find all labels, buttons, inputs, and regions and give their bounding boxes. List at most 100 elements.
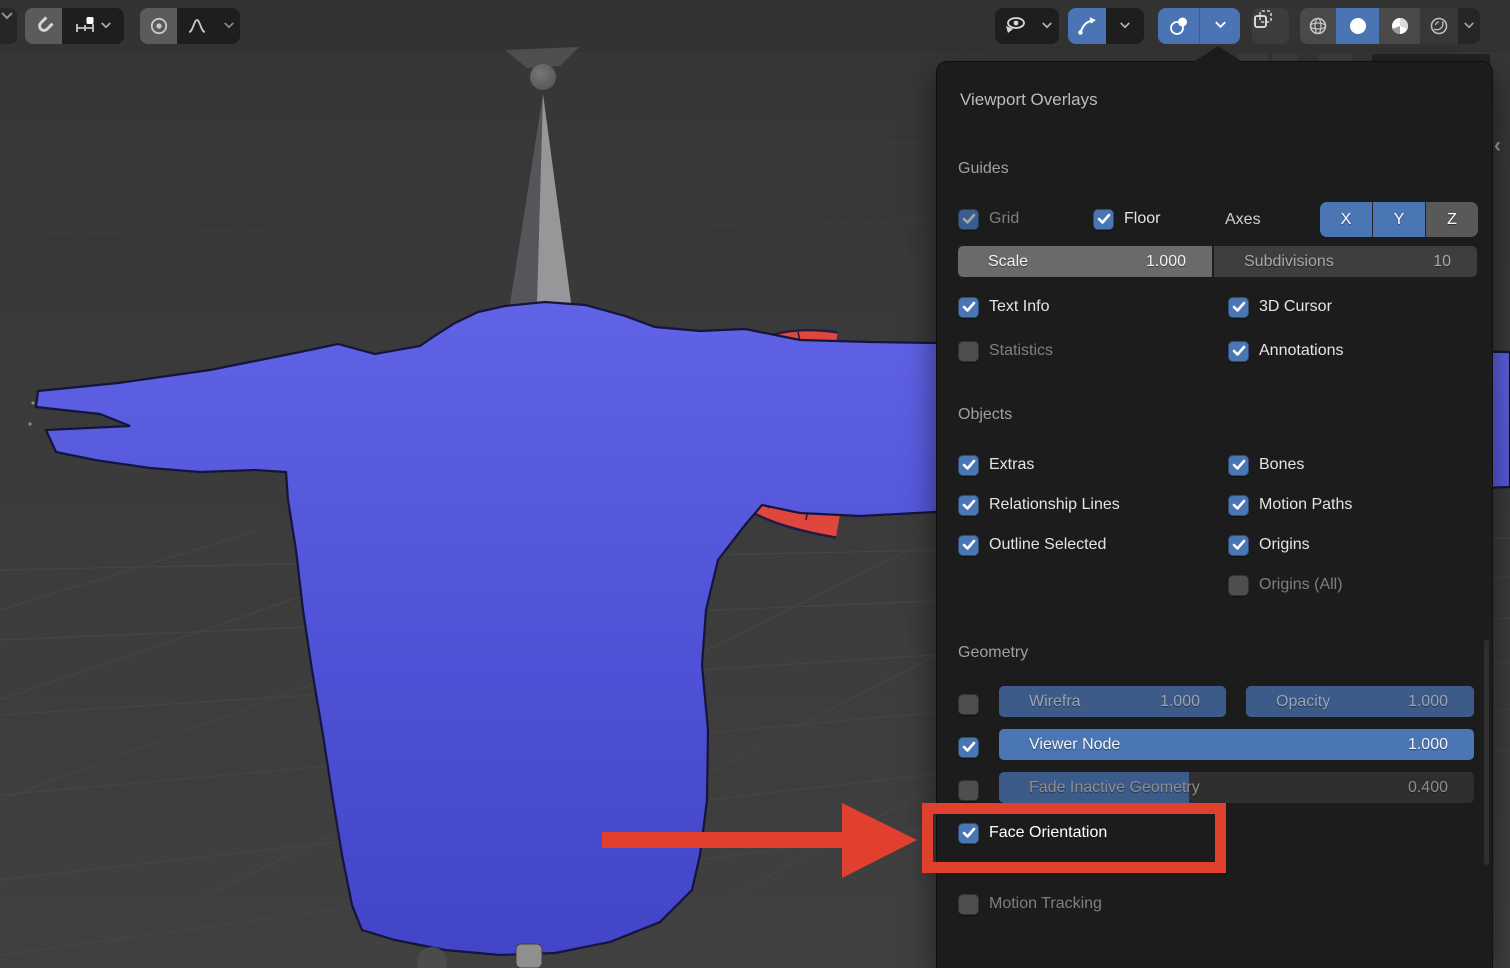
snap-target-icon [74,15,96,37]
grid-checkbox[interactable] [958,209,979,230]
bones-label: Bones [1259,456,1304,474]
rendered-shading-button[interactable] [1420,8,1458,44]
fade-inactive-checkbox[interactable] [958,780,979,801]
motion-tracking-label: Motion Tracking [989,895,1102,913]
chevron-down-icon [100,17,112,35]
text-info-checkbox[interactable] [958,297,979,318]
motion-paths-label: Motion Paths [1259,496,1352,514]
overlays-icon [1168,15,1190,37]
statistics-label: Statistics [989,342,1053,360]
chevron-down-icon [223,17,235,35]
grid-scale-slider[interactable]: Scale 1.000 [958,246,1214,277]
annotations-row: Annotations [1228,338,1344,364]
panel-scrollbar[interactable] [1484,640,1489,865]
axis-y-button[interactable]: Y [1373,202,1426,237]
origins-all-checkbox[interactable] [1228,575,1249,596]
axes-toggle-group: X Y Z [1320,202,1478,237]
origins-label: Origins [1259,536,1310,554]
wireframe-shading-icon [1308,16,1328,36]
overlays-group [1158,8,1240,44]
origins-row: Origins [1228,532,1310,558]
fade-inactive-slider[interactable]: Fade Inactive Geometry 0.400 [999,772,1474,803]
gizmos-group [1068,8,1144,44]
stray-vertex [28,422,31,425]
motion-paths-checkbox[interactable] [1228,495,1249,516]
gizmos-icon [1076,15,1098,37]
extras-checkbox[interactable] [958,455,979,476]
falloff-dropdown[interactable] [177,8,217,44]
solid-shading-button[interactable] [1336,8,1379,44]
popover-title: Viewport Overlays [960,90,1098,110]
gizmos-toggle-button[interactable] [1068,8,1106,44]
show-gizmo-button[interactable] [995,8,1035,44]
grid-subdivisions-field[interactable]: Subdivisions 10 [1214,246,1477,277]
wireframe-checkbox[interactable] [958,694,979,715]
overlays-toggle-button[interactable] [1158,8,1200,44]
relationship-lines-checkbox[interactable] [958,495,979,516]
popover-pointer [1190,46,1246,64]
chevron-down-icon [1119,17,1131,35]
opacity-slider[interactable]: Opacity 1.000 [1246,686,1474,717]
outline-selected-checkbox[interactable] [958,535,979,556]
geometry-section-heading: Geometry [958,644,1028,662]
viewer-node-value: 1.000 [1408,736,1448,754]
snap-target-dropdown[interactable] [62,8,124,44]
snapping-group [25,8,124,44]
solid-shading-icon [1348,16,1368,36]
3d-cursor-checkbox[interactable] [1228,297,1249,318]
proportional-editing-button[interactable] [140,8,177,44]
gizmos-chevron[interactable] [1106,8,1144,44]
show-gizmo-icon [1003,15,1027,37]
motion-tracking-checkbox[interactable] [958,894,979,915]
scale-label: Scale [988,253,1028,271]
relationship-lines-label: Relationship Lines [989,496,1120,514]
wireframe-label: Wirefra [1029,693,1081,711]
origins-all-row: Origins (All) [1228,572,1343,598]
grid-checkbox-row: Grid [958,206,1019,232]
subdivisions-value: 10 [1433,253,1451,271]
fade-inactive-label: Fade Inactive Geometry [1029,779,1200,797]
extras-label: Extras [989,456,1034,474]
origins-checkbox[interactable] [1228,535,1249,556]
falloff-chevron[interactable] [217,8,240,44]
rendered-shading-icon [1429,16,1449,36]
shading-mode-group [1300,8,1480,44]
chevron-down-icon [0,8,14,44]
blender-window: ‹ Viewport Overlays Guides Grid Floor Ax… [0,0,1510,968]
material-preview-button[interactable] [1379,8,1420,44]
viewer-node-label: Viewer Node [1029,736,1120,754]
shading-chevron[interactable] [1458,8,1480,44]
opacity-value: 1.000 [1408,693,1448,711]
scale-value: 1.000 [1146,253,1186,271]
bones-row: Bones [1228,452,1304,478]
3d-cursor-label: 3D Cursor [1259,298,1332,316]
material-preview-icon [1390,16,1410,36]
show-gizmo-group [995,8,1059,44]
statistics-checkbox[interactable] [958,341,979,362]
origins-all-label: Origins (All) [1259,576,1343,594]
extras-row: Extras [958,452,1034,478]
clipped-toolbar-button[interactable] [0,8,17,44]
axis-x-button[interactable]: X [1320,202,1373,237]
falloff-curve-icon [186,16,208,36]
wireframe-slider[interactable]: Wirefra 1.000 [999,686,1226,717]
fade-inactive-value: 0.400 [1408,779,1448,797]
guides-section-heading: Guides [958,160,1009,178]
subdivisions-label: Subdivisions [1244,253,1334,271]
axis-z-button[interactable]: Z [1426,202,1478,237]
snap-toggle-button[interactable] [25,8,62,44]
xray-toggle-button[interactable] [1252,8,1289,44]
bones-checkbox[interactable] [1228,455,1249,476]
viewer-node-checkbox[interactable] [958,737,979,758]
grid-label: Grid [989,210,1019,228]
annotation-highlight-box [922,803,1226,873]
viewer-node-slider[interactable]: Viewer Node 1.000 [999,729,1474,760]
sidebar-collapse-chevron[interactable]: ‹ [1494,135,1501,156]
overlays-dropdown-chevron[interactable] [1200,8,1240,44]
wireframe-shading-button[interactable] [1300,8,1336,44]
floor-label: Floor [1124,210,1160,228]
show-gizmo-chevron[interactable] [1035,8,1059,44]
floor-checkbox[interactable] [1093,209,1114,230]
annotations-checkbox[interactable] [1228,341,1249,362]
objects-section-heading: Objects [958,406,1012,424]
